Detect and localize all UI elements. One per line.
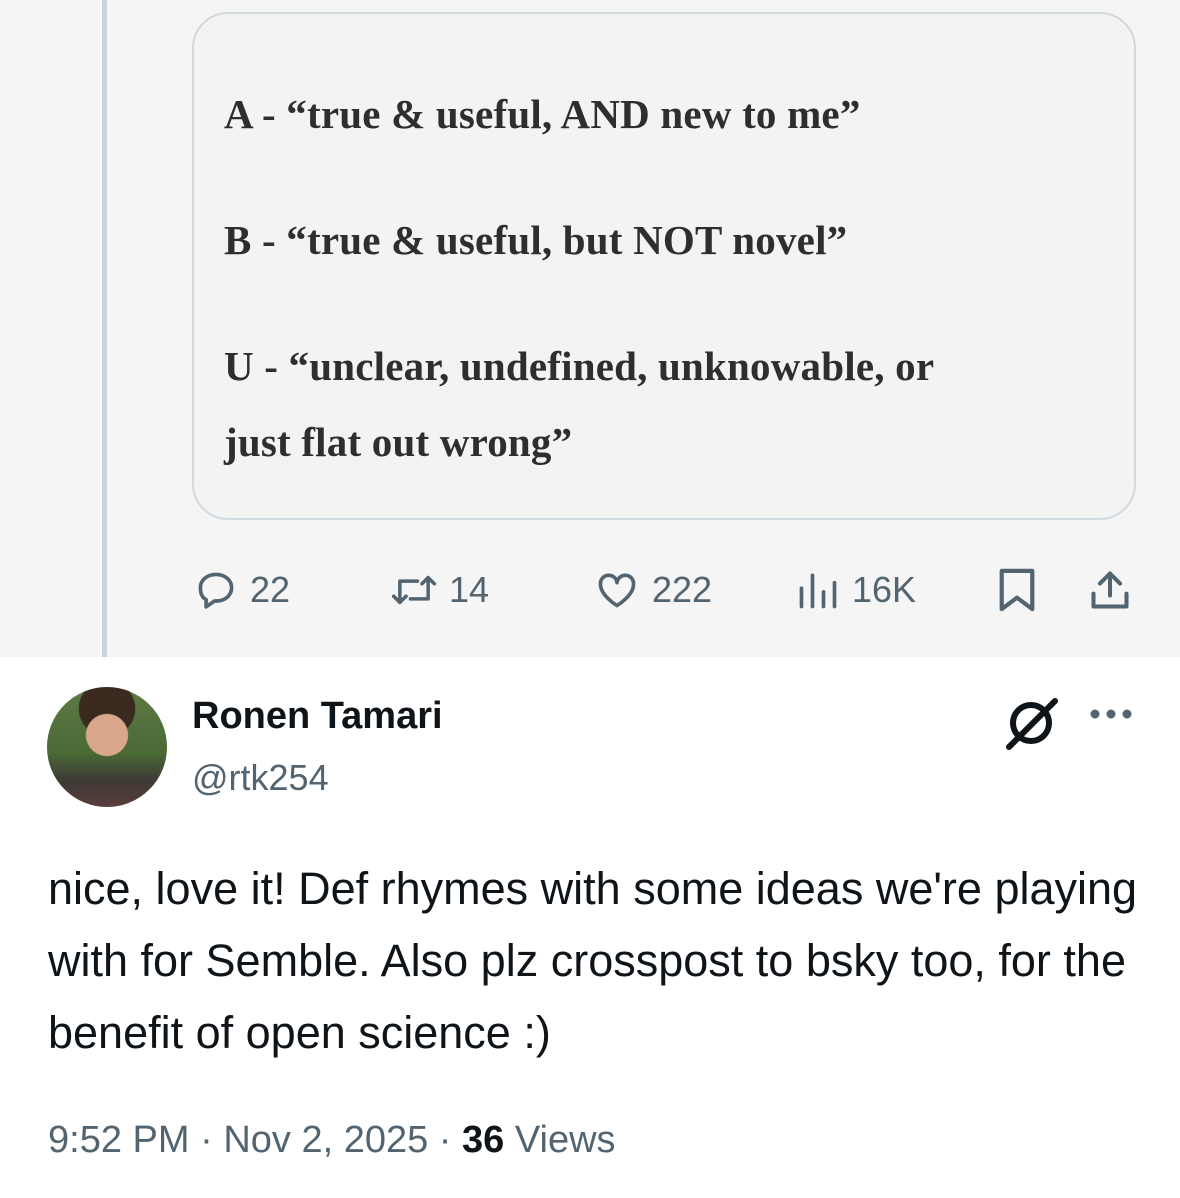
repost-count: 14 <box>449 569 490 610</box>
meta-separator: · <box>438 1119 452 1161</box>
author-handle[interactable]: @rtk254 <box>192 757 329 799</box>
media-line-b: B - “true & useful, but NOT novel” <box>224 217 848 263</box>
share-icon <box>1091 571 1129 609</box>
repost-icon <box>391 575 437 605</box>
author-name[interactable]: Ronen Tamari <box>192 695 443 738</box>
reply-count: 22 <box>250 569 291 610</box>
media-line-u-continued: just flat out wrong” <box>224 419 573 465</box>
media-image-card[interactable]: A - “true & useful, AND new to me” B - “… <box>192 12 1136 520</box>
analytics-icon <box>799 573 837 609</box>
reply-views-count: 36 <box>462 1119 505 1161</box>
tweet-time[interactable]: 9:52 PM <box>48 1119 190 1161</box>
bookmark-button[interactable] <box>996 560 1038 620</box>
reply-button[interactable]: 22 <box>194 560 290 620</box>
repost-button[interactable]: 14 <box>391 560 489 620</box>
views-button[interactable]: 16K <box>796 560 916 620</box>
reply-views-label: Views <box>514 1119 616 1161</box>
reply-tweet: Ronen Tamari @rtk254 nice, love it! Def … <box>0 657 1180 1198</box>
media-line-u: U - “unclear, undefined, unknowable, or <box>224 343 935 389</box>
views-count: 16K <box>852 569 917 610</box>
reply-icon <box>198 572 234 609</box>
media-line-a: A - “true & useful, AND new to me” <box>224 91 861 137</box>
tweet-date[interactable]: Nov 2, 2025 <box>223 1119 428 1161</box>
grok-icon[interactable] <box>1003 695 1059 751</box>
like-count: 222 <box>652 569 713 610</box>
heart-icon <box>598 573 636 608</box>
avatar[interactable] <box>47 687 167 807</box>
meta-separator: · <box>200 1119 213 1161</box>
reply-text: nice, love it! Def rhymes with some idea… <box>48 863 1138 1058</box>
like-button[interactable]: 222 <box>594 560 712 620</box>
parent-tweet: A - “true & useful, AND new to me” B - “… <box>0 0 1180 676</box>
tweet-actions: 22 14 222 16K <box>0 560 1180 620</box>
tweet-metadata: 9:52 PM · Nov 2, 2025 · 36 Views <box>48 1119 616 1162</box>
bookmark-icon <box>999 568 1035 612</box>
more-icon[interactable] <box>1088 707 1134 721</box>
share-button[interactable] <box>1088 560 1132 620</box>
